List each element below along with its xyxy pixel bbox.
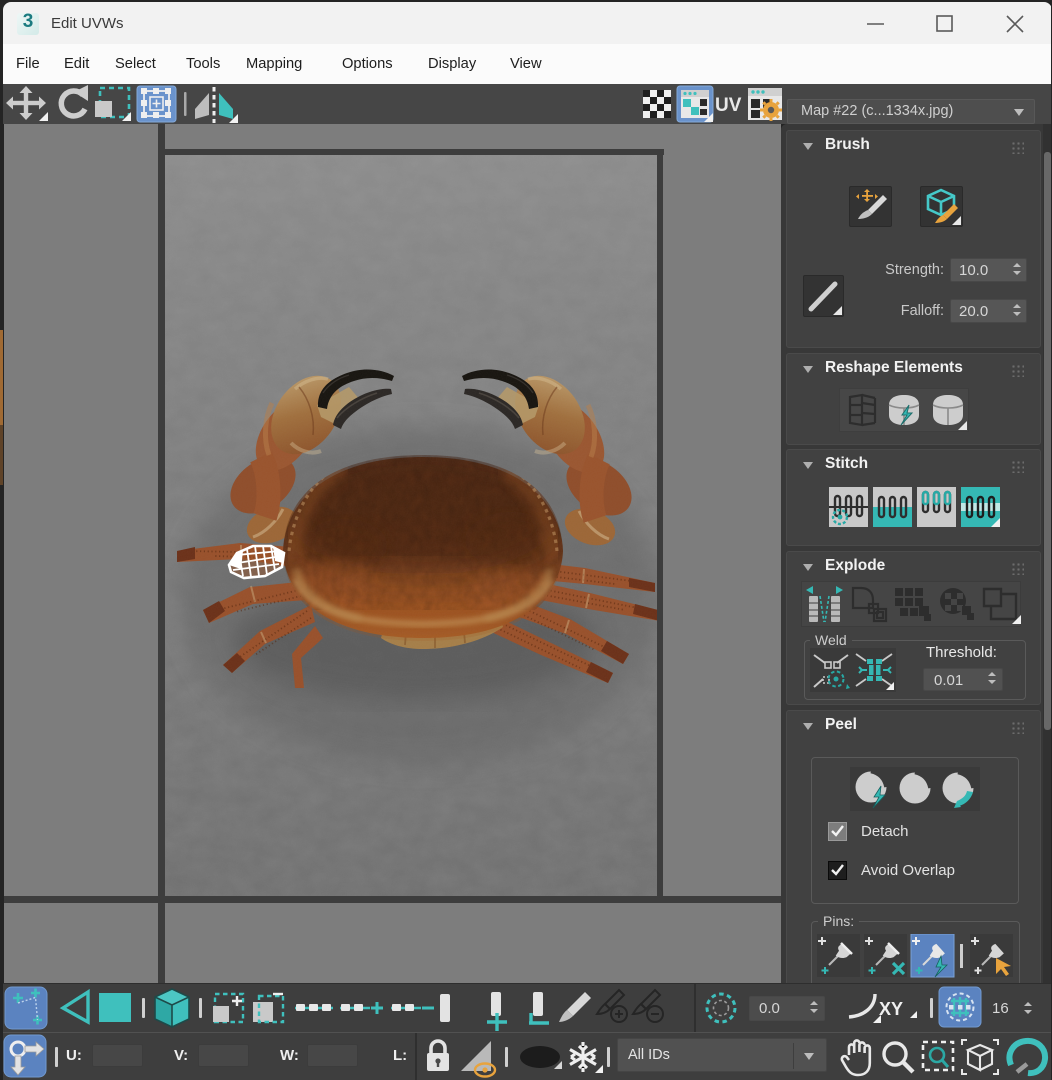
svg-text:UV: UV xyxy=(715,95,742,116)
svg-text:XY: XY xyxy=(879,999,903,1019)
